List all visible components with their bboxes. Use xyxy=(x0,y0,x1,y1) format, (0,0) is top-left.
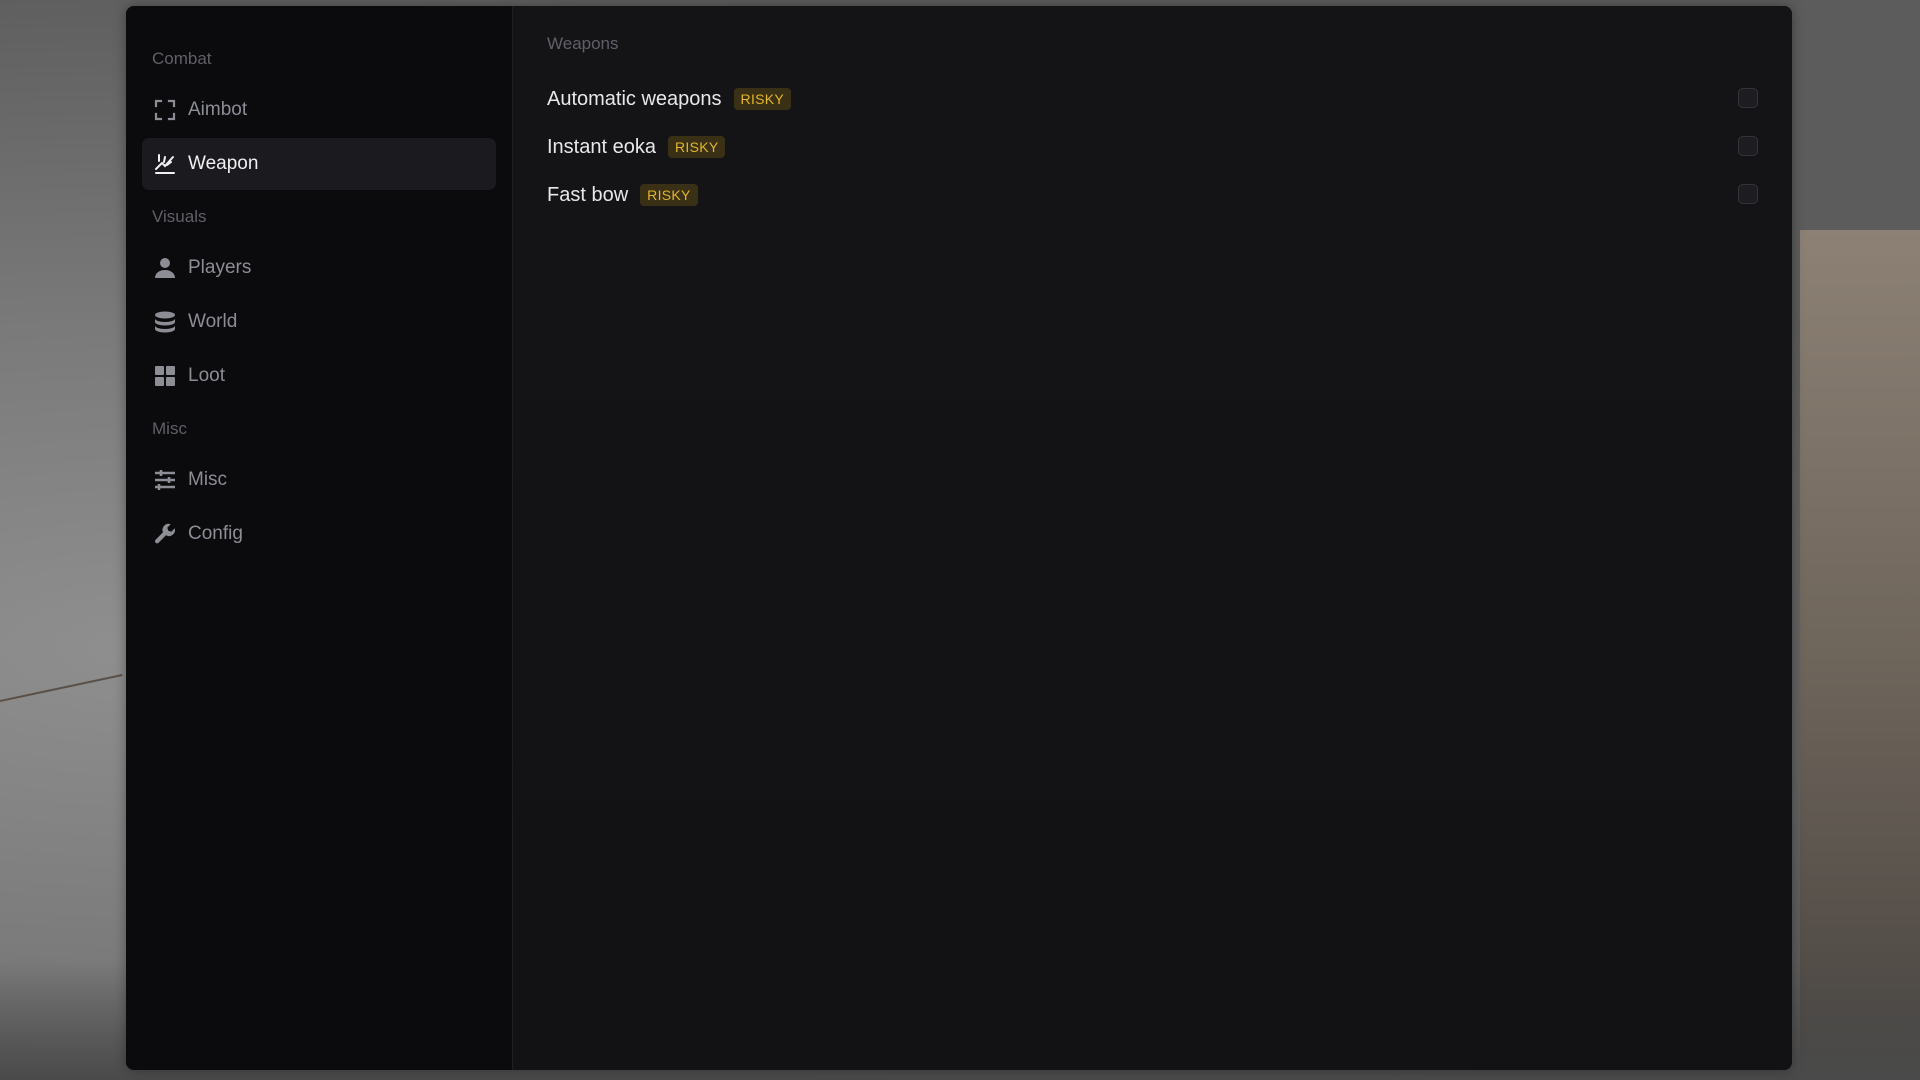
feature-label: Instant eoka xyxy=(547,135,656,158)
sidebar-item-weapon[interactable]: Weapon xyxy=(142,138,496,190)
instant-eoka-checkbox[interactable] xyxy=(1738,136,1758,156)
sidebar-item-aimbot[interactable]: Aimbot xyxy=(142,84,496,136)
sidebar-item-label: Aimbot xyxy=(188,99,248,120)
section-title: Weapons xyxy=(547,34,619,53)
automatic-weapons-checkbox[interactable] xyxy=(1738,88,1758,108)
sidebar-item-label: Weapon xyxy=(188,153,259,174)
feature-row-automatic-weapons: Automatic weapons RISKY xyxy=(547,75,1758,123)
sidebar-item-label: World xyxy=(188,311,238,332)
section-label-misc: Misc xyxy=(152,419,187,438)
feature-row-instant-eoka: Instant eoka RISKY xyxy=(547,123,1758,171)
sidebar-item-label: Players xyxy=(188,257,252,278)
sidebar-item-label: Loot xyxy=(188,365,225,386)
weapon-icon xyxy=(152,151,178,177)
sidebar-item-misc[interactable]: Misc xyxy=(142,454,496,506)
grid-icon xyxy=(152,363,178,389)
sidebar-item-label: Config xyxy=(188,523,243,544)
database-icon xyxy=(152,309,178,335)
sidebar: Combat Aimbot Weapon Visuals Players Wor… xyxy=(126,6,513,1070)
sliders-icon xyxy=(152,467,178,493)
fast-bow-checkbox[interactable] xyxy=(1738,184,1758,204)
sidebar-item-world[interactable]: World xyxy=(142,296,496,348)
section-label-visuals: Visuals xyxy=(152,207,207,226)
feature-row-fast-bow: Fast bow RISKY xyxy=(547,171,1758,219)
nav-group-misc: Misc Misc Config xyxy=(126,418,512,560)
crosshair-frame-icon xyxy=(152,97,178,123)
main-panel: Weapons Automatic weapons RISKY Instant … xyxy=(513,6,1792,1070)
sidebar-item-label: Misc xyxy=(188,469,228,490)
wrench-icon xyxy=(152,521,178,547)
feature-label: Fast bow xyxy=(547,183,629,206)
risky-badge: RISKY xyxy=(733,88,792,110)
sidebar-item-loot[interactable]: Loot xyxy=(142,350,496,402)
background-building xyxy=(1800,230,1920,1080)
background-wire xyxy=(0,674,123,702)
menu-window: Combat Aimbot Weapon Visuals Players Wor… xyxy=(126,6,1792,1070)
sidebar-item-config[interactable]: Config xyxy=(142,508,496,560)
section-label-combat: Combat xyxy=(152,49,212,68)
risky-badge: RISKY xyxy=(640,184,698,206)
user-icon xyxy=(152,255,178,281)
feature-label: Automatic weapons xyxy=(547,87,722,110)
nav-group-visuals: Visuals Players World Loot xyxy=(126,206,512,402)
nav-group-combat: Combat Aimbot Weapon xyxy=(126,48,512,190)
sidebar-item-players[interactable]: Players xyxy=(142,242,496,294)
risky-badge: RISKY xyxy=(667,136,726,158)
